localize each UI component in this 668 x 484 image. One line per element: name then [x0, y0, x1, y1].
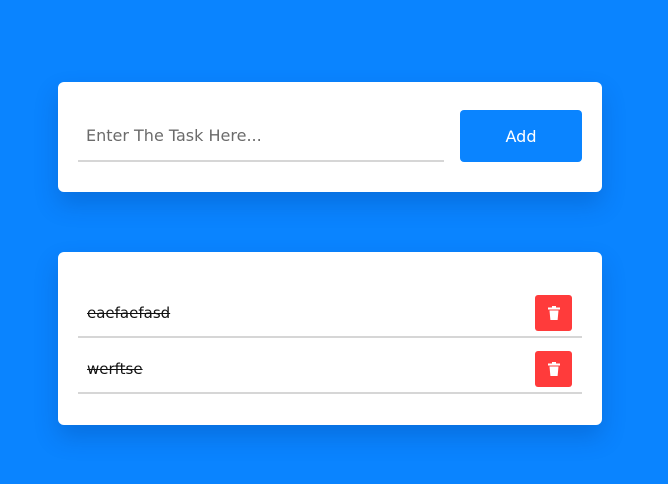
trash-icon	[547, 306, 560, 320]
task-form-card: Add	[58, 82, 602, 192]
delete-task-button[interactable]	[535, 351, 572, 387]
add-task-button[interactable]: Add	[460, 110, 582, 162]
task-input[interactable]	[78, 110, 444, 160]
task-list: eaefaefasd werftse	[78, 285, 582, 397]
task-item: werftse	[78, 341, 582, 394]
task-input-wrapper	[78, 110, 444, 162]
task-text: werftse	[87, 360, 143, 378]
delete-task-button[interactable]	[535, 295, 572, 331]
task-text: eaefaefasd	[87, 304, 171, 322]
task-item: eaefaefasd	[78, 285, 582, 338]
task-list-card: eaefaefasd werftse	[58, 252, 602, 425]
trash-icon	[547, 362, 560, 376]
